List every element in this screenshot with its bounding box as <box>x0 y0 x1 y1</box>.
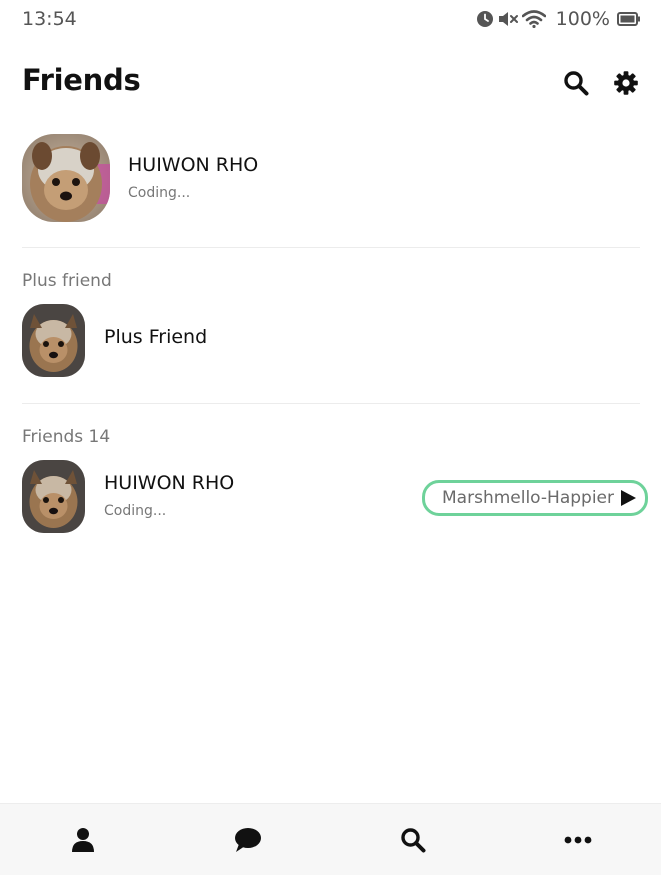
friends-section-label: Friends 14 <box>22 427 111 447</box>
mute-icon <box>498 10 518 28</box>
alarm-icon <box>476 10 494 28</box>
profile-music-title: Marshmello-Happier <box>442 488 614 508</box>
nav-chats[interactable] <box>165 804 330 875</box>
divider <box>22 403 640 404</box>
friend-row[interactable]: HUIWON RHO Coding... Marshmello-Happier <box>22 460 648 534</box>
search-button[interactable] <box>560 67 592 99</box>
plus-friend-avatar[interactable] <box>22 304 85 377</box>
search-icon <box>564 71 589 96</box>
my-profile-status: Coding... <box>128 185 191 201</box>
plus-friend-row[interactable]: Plus Friend <box>22 304 640 378</box>
battery-percent: 100% <box>555 8 610 30</box>
my-profile-avatar[interactable] <box>22 134 110 222</box>
search-icon <box>401 828 426 853</box>
status-icons: 100% <box>476 8 641 30</box>
play-icon <box>621 490 636 506</box>
page-title: Friends <box>22 63 141 97</box>
profile-music-button[interactable]: Marshmello-Happier <box>422 480 648 516</box>
more-icon <box>564 836 592 844</box>
friend-avatar[interactable] <box>22 460 85 533</box>
status-time: 13:54 <box>22 8 77 30</box>
nav-friends[interactable] <box>0 804 165 875</box>
friends-screen: 13:54 100% Friends HUIWON RHO Coding... … <box>0 0 661 875</box>
status-bar: 13:54 100% <box>0 0 661 40</box>
plus-friend-section-label: Plus friend <box>22 271 112 291</box>
nav-search[interactable] <box>331 804 496 875</box>
friend-status: Coding... <box>104 503 167 519</box>
settings-button[interactable] <box>610 67 642 99</box>
plus-friend-name: Plus Friend <box>104 326 208 348</box>
bottom-nav <box>0 803 661 875</box>
chat-bubble-icon <box>234 828 261 852</box>
divider <box>22 247 640 248</box>
person-icon <box>71 828 94 852</box>
friend-name: HUIWON RHO <box>104 472 235 494</box>
my-profile[interactable]: HUIWON RHO Coding... <box>22 134 640 224</box>
header: Friends <box>0 55 661 111</box>
gear-icon <box>614 71 638 95</box>
wifi-icon <box>521 10 546 28</box>
battery-icon <box>617 12 641 26</box>
nav-more[interactable] <box>496 804 661 875</box>
my-profile-name: HUIWON RHO <box>128 154 259 176</box>
